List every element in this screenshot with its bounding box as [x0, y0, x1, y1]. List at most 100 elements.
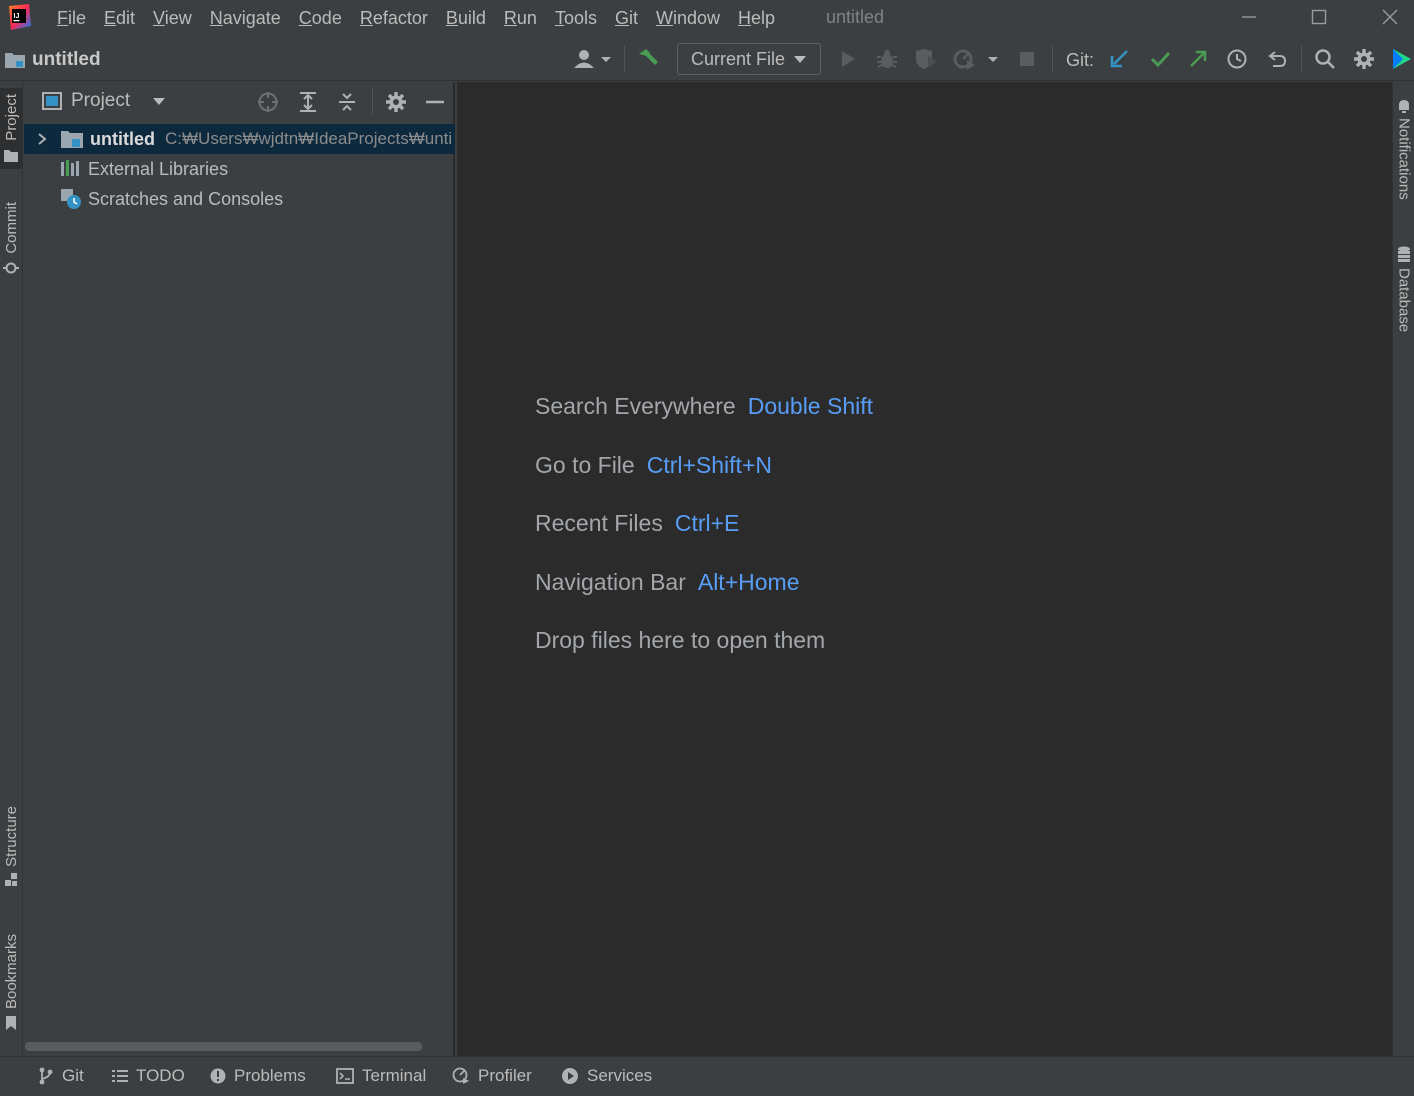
tool-window-project-label: Project	[2, 94, 20, 141]
panel-options-button[interactable]	[383, 89, 409, 115]
profiler-icon	[452, 1067, 469, 1084]
tree-item-label: External Libraries	[88, 158, 229, 179]
git-history-button[interactable]	[1223, 45, 1251, 73]
stop-icon	[1020, 52, 1034, 66]
hint-go-to-file: Go to File Ctrl+Shift+N	[535, 452, 772, 479]
editor-empty-area[interactable]: Search Everywhere Double Shift Go to File…	[457, 82, 1392, 1056]
menu-bar: File Edit View Navigate Code Refactor Bu…	[48, 0, 784, 37]
menu-navigate[interactable]: Navigate	[201, 0, 290, 37]
search-everywhere-button[interactable]	[1311, 45, 1339, 73]
git-commit-button[interactable]	[1146, 45, 1174, 73]
breadcrumb[interactable]: untitled	[4, 49, 101, 71]
tool-window-profiler-button[interactable]: Profiler	[452, 1066, 532, 1086]
menu-tools[interactable]: Tools	[546, 0, 606, 37]
hint-shortcut: Ctrl+E	[674, 510, 740, 536]
tool-window-git-button[interactable]: Git	[38, 1066, 84, 1086]
tool-window-profiler-label: Profiler	[478, 1066, 532, 1085]
play-icon	[842, 51, 855, 67]
project-view-selector[interactable]: Project	[42, 90, 166, 112]
debug-button[interactable]	[873, 45, 901, 73]
tool-window-terminal-button[interactable]: Terminal	[336, 1066, 426, 1086]
coverage-shield-icon	[916, 49, 937, 69]
tool-window-notifications-button[interactable]: Notifications	[1393, 98, 1414, 200]
project-folder-icon	[5, 53, 25, 68]
hammer-icon	[639, 49, 658, 65]
tree-item-external-libraries[interactable]: External Libraries	[24, 154, 455, 184]
maximize-button[interactable]	[1284, 0, 1354, 34]
tool-window-terminal-label: Terminal	[362, 1066, 427, 1085]
git-update-button[interactable]	[1106, 45, 1134, 73]
menu-code[interactable]: Code	[290, 0, 351, 37]
select-opened-file-button[interactable]	[255, 89, 281, 115]
tool-window-project-button[interactable]: Project	[0, 88, 22, 169]
hide-panel-button[interactable]	[422, 89, 448, 115]
menu-git[interactable]: Git	[606, 0, 647, 37]
menu-run[interactable]: Run	[495, 0, 546, 37]
bookmark-icon	[6, 1016, 16, 1031]
bell-icon	[1399, 100, 1409, 113]
close-window-button[interactable]	[1355, 0, 1414, 34]
tool-window-services-button[interactable]: Services	[561, 1066, 652, 1086]
menu-help[interactable]: Help	[729, 0, 784, 37]
menu-file[interactable]: File	[48, 0, 95, 37]
terminal-icon	[336, 1068, 354, 1084]
tree-item-label: untitled	[90, 128, 155, 149]
tool-window-commit-label: Commit	[2, 202, 20, 254]
menu-window[interactable]: Window	[647, 0, 729, 37]
tool-window-commit-button[interactable]: Commit	[0, 202, 22, 276]
hint-search-everywhere: Search Everywhere Double Shift	[535, 393, 873, 420]
user-icon	[574, 50, 611, 68]
tool-window-bookmarks-button[interactable]: Bookmarks	[0, 934, 22, 1031]
libraries-icon	[61, 160, 79, 176]
intellij-logo-icon: IJ	[7, 4, 31, 30]
build-button[interactable]	[634, 45, 662, 73]
profile-button[interactable]	[952, 45, 1002, 73]
git-push-button[interactable]	[1184, 45, 1212, 73]
code-with-me-button[interactable]	[1388, 45, 1414, 73]
scratches-icon	[61, 189, 81, 209]
run-configuration-label: Current File	[691, 48, 786, 69]
project-tool-window: Project untitled C:₩Users₩wjdtn₩IdeaProj…	[24, 82, 455, 1056]
tree-item-path: C:₩Users₩wjdtn₩IdeaProjects₩unti	[165, 129, 453, 148]
run-with-coverage-button[interactable]	[912, 45, 940, 73]
stop-button[interactable]	[1013, 45, 1041, 73]
left-tool-stripe: Project Commit Structure Bookmarks	[0, 82, 23, 1056]
git-rollback-button[interactable]	[1263, 45, 1291, 73]
chevron-right-icon	[38, 133, 47, 145]
tool-window-bookmarks-label: Bookmarks	[2, 934, 20, 1010]
run-button[interactable]	[834, 45, 862, 73]
close-icon	[1382, 9, 1398, 25]
tool-window-todo-button[interactable]: TODO	[112, 1066, 185, 1086]
svg-text:IJ: IJ	[14, 13, 20, 20]
menu-view[interactable]: View	[144, 0, 201, 37]
tree-item-project-root[interactable]: untitled C:₩Users₩wjdtn₩IdeaProjects₩unt…	[24, 124, 455, 154]
window-title: untitled	[826, 7, 885, 27]
toolbar-separator	[624, 46, 625, 72]
profiler-icon	[953, 49, 998, 70]
expand-all-button[interactable]	[295, 89, 321, 115]
run-configuration-select[interactable]: Current File	[677, 43, 821, 75]
arrow-down-left-icon	[1110, 50, 1128, 68]
tool-window-services-label: Services	[587, 1066, 653, 1085]
collapse-all-button[interactable]	[334, 89, 360, 115]
crosshair-icon	[258, 92, 278, 112]
vcs-user-button[interactable]	[571, 45, 613, 73]
tool-window-problems-button[interactable]: Problems	[210, 1066, 306, 1086]
menu-build[interactable]: Build	[437, 0, 495, 37]
hint-shortcut: Ctrl+Shift+N	[646, 452, 772, 478]
menu-refactor[interactable]: Refactor	[351, 0, 437, 37]
minimize-button[interactable]	[1214, 0, 1284, 34]
hint-shortcut: Alt+Home	[697, 569, 800, 595]
tree-item-scratches-and-consoles[interactable]: Scratches and Consoles	[24, 184, 455, 214]
tool-window-structure-button[interactable]: Structure	[0, 806, 22, 887]
settings-button[interactable]	[1350, 45, 1378, 73]
tool-window-database-label: Database	[1395, 268, 1413, 333]
services-icon	[562, 1068, 578, 1084]
bottom-tool-bar: Git TODO Problems Terminal Profiler Serv…	[0, 1056, 1414, 1096]
tool-window-database-button[interactable]: Database	[1393, 246, 1414, 332]
menu-edit[interactable]: Edit	[95, 0, 144, 37]
horizontal-scrollbar[interactable]	[25, 1042, 422, 1051]
structure-icon	[5, 872, 17, 886]
tree-item-label: Scratches and Consoles	[88, 188, 284, 209]
tool-window-problems-label: Problems	[234, 1066, 306, 1085]
